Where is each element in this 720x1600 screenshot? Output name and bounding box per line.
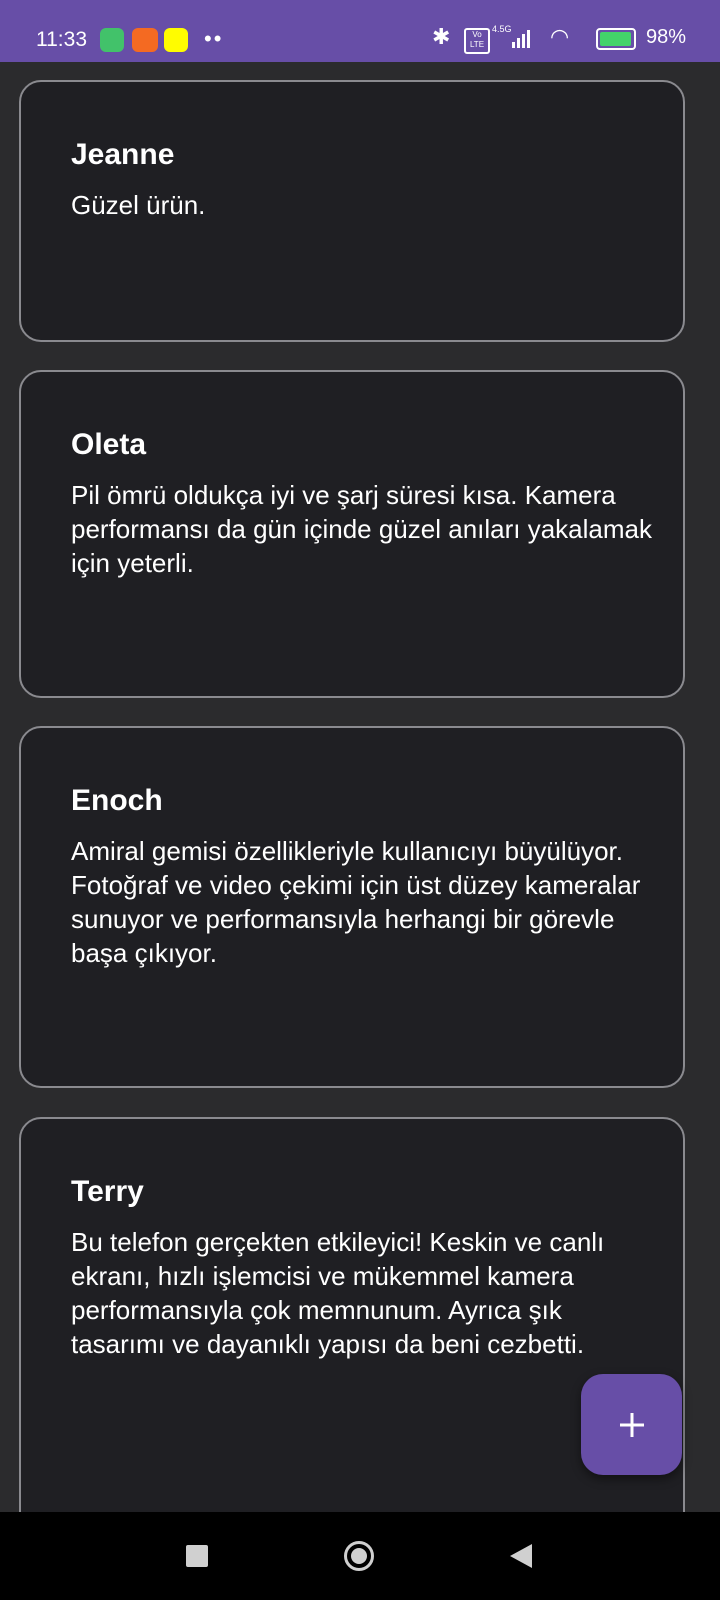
review-author: Enoch: [71, 784, 163, 817]
back-icon[interactable]: [510, 1544, 532, 1568]
snapchat-icon: [164, 28, 188, 52]
review-card[interactable]: Jeanne Güzel ürün.: [19, 80, 685, 342]
battery-level: [600, 32, 632, 46]
review-author: Jeanne: [71, 138, 175, 171]
bluetooth-icon: ✱: [432, 24, 451, 49]
add-review-button[interactable]: [581, 1374, 682, 1475]
status-time: 11:33: [36, 28, 87, 51]
review-text: Amiral gemisi özellikleriyle kullanıcıyı…: [71, 836, 641, 968]
volte-icon: Vo LTE: [464, 28, 490, 54]
battery-icon: [596, 28, 636, 50]
status-bar: 11:33 •• ✱ Vo LTE 4.5G ◠ 98%: [0, 0, 720, 62]
home-icon[interactable]: [344, 1541, 374, 1571]
reviews-list[interactable]: Jeanne Güzel ürün. Oleta Pil ömrü oldukç…: [0, 62, 720, 1512]
navigation-bar: [0, 1512, 720, 1600]
review-text: Güzel ürün.: [71, 190, 206, 220]
review-author: Oleta: [71, 428, 147, 461]
recents-icon[interactable]: [186, 1545, 208, 1567]
review-text: Bu telefon gerçekten etkileyici! Keskin …: [71, 1227, 605, 1359]
review-text: Pil ömrü oldukça iyi ve şarj süresi kısa…: [71, 480, 652, 578]
wifi-icon: ◠: [550, 24, 570, 49]
plus-icon: [619, 1412, 644, 1437]
signal-icon: [512, 30, 532, 48]
review-card[interactable]: Enoch Amiral gemisi özellikleriyle kulla…: [19, 726, 685, 1088]
phone-app-icon: [100, 28, 124, 52]
network-type: 4.5G: [492, 24, 512, 34]
more-notifications-icon: ••: [204, 26, 224, 51]
status-icons: ✱ Vo LTE 4.5G ◠ 98%: [420, 24, 720, 54]
news-app-icon: [132, 28, 158, 52]
battery-percent: 98%: [646, 26, 687, 48]
review-author: Terry: [71, 1175, 144, 1208]
review-card[interactable]: Oleta Pil ömrü oldukça iyi ve şarj süres…: [19, 370, 685, 698]
